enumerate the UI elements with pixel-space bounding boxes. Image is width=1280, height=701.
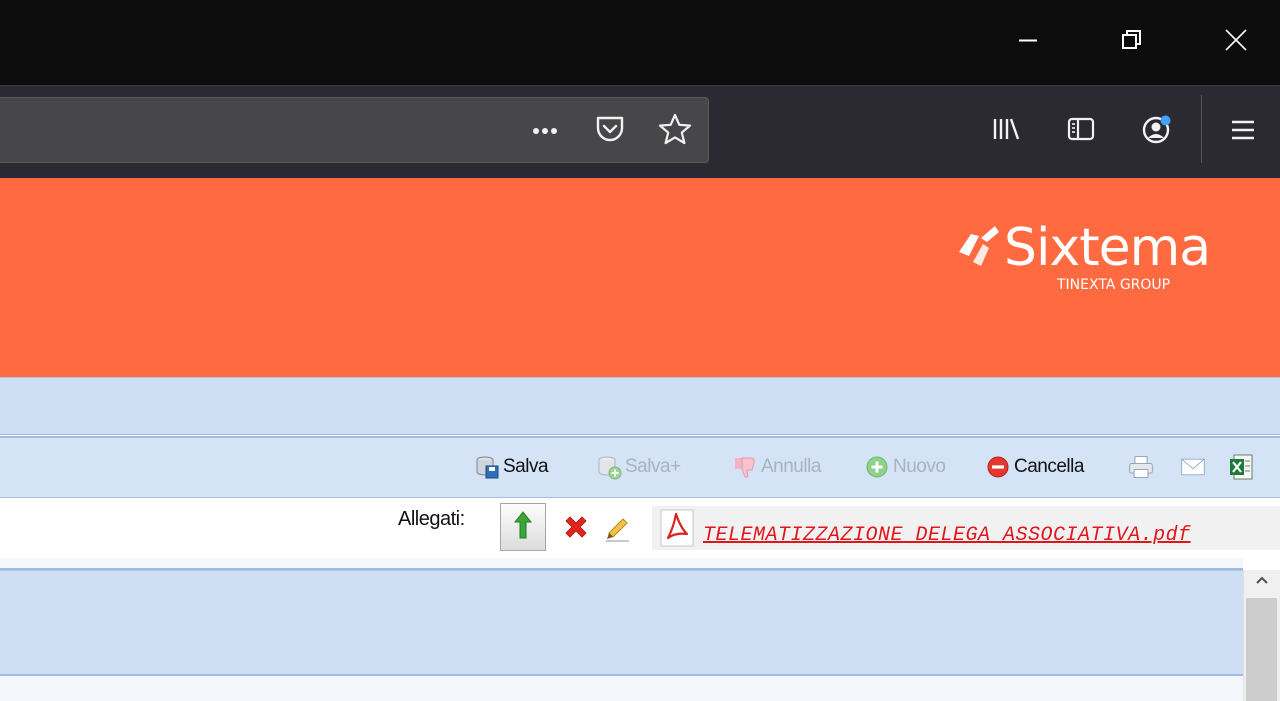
sixtema-logo-mark: [955, 222, 1001, 268]
email-icon: [1180, 454, 1206, 480]
save-icon: [474, 454, 500, 480]
undo-button[interactable]: Annulla: [732, 448, 821, 486]
undo-label: Annulla: [761, 456, 821, 477]
upload-arrow-icon: [513, 510, 533, 545]
sidebar-button[interactable]: [1063, 113, 1099, 149]
print-icon: [1128, 454, 1154, 480]
sidebar-icon: [1067, 117, 1095, 146]
save-plus-button[interactable]: Salva+: [596, 448, 681, 486]
close-icon: [1224, 28, 1248, 57]
plus-circle-icon: [864, 454, 890, 480]
print-button[interactable]: [1128, 448, 1157, 486]
restore-icon: [1121, 29, 1143, 56]
scrollbar-thumb[interactable]: [1246, 598, 1277, 701]
pdf-icon: [657, 509, 697, 552]
save-plus-icon: [596, 454, 622, 480]
page-actions-button[interactable]: [527, 113, 563, 149]
excel-icon: [1228, 454, 1254, 480]
form-body: [0, 676, 1243, 701]
save-label: Salva: [503, 456, 549, 477]
form-section-header: [0, 570, 1243, 676]
account-icon: [1141, 113, 1173, 150]
remove-attachment-button[interactable]: [561, 512, 591, 542]
save-button[interactable]: Salva: [474, 448, 549, 486]
minimize-button[interactable]: [998, 0, 1058, 85]
red-x-icon: [561, 516, 591, 546]
brand-tagline: TINEXTA GROUP: [1057, 277, 1171, 293]
toolbar-separator: [1201, 95, 1202, 163]
attachment-file-link[interactable]: TELEMATIZZAZIONE_DELEGA_ASSOCIATIVA.pdf: [703, 524, 1191, 547]
minimize-icon: [1017, 29, 1039, 56]
export-excel-button[interactable]: [1228, 448, 1257, 486]
upload-attachment-button[interactable]: [500, 503, 546, 551]
ellipsis-icon: [532, 122, 558, 140]
pocket-button[interactable]: [590, 111, 630, 151]
delete-button[interactable]: Cancella: [985, 448, 1084, 486]
window-title-bar: [0, 0, 1280, 85]
save-plus-label: Salva+: [625, 456, 681, 477]
scroll-up-button[interactable]: [1252, 571, 1272, 591]
chevron-up-icon: [1255, 572, 1269, 590]
tab-strip: [0, 377, 1280, 435]
hamburger-menu-icon: [1230, 119, 1256, 146]
edit-attachment-button[interactable]: [601, 511, 633, 543]
new-label: Nuovo: [893, 456, 946, 477]
open-menu-button[interactable]: [1224, 113, 1262, 151]
thumbs-down-icon: [732, 454, 758, 480]
delete-label: Cancella: [1014, 456, 1084, 477]
brand-name: Sixtema: [1004, 218, 1211, 278]
pdf-file-button[interactable]: [657, 508, 697, 548]
close-window-button[interactable]: [1206, 0, 1266, 85]
library-icon: [992, 116, 1020, 147]
restore-button[interactable]: [1102, 0, 1162, 85]
library-button[interactable]: [988, 113, 1024, 149]
attachments-label: Allegati:: [398, 508, 465, 530]
bookmark-button[interactable]: [654, 110, 696, 152]
pocket-icon: [595, 115, 625, 148]
pencil-icon: [601, 518, 633, 547]
star-icon: [658, 113, 692, 150]
account-button[interactable]: [1136, 110, 1178, 152]
email-button[interactable]: [1180, 448, 1209, 486]
section-divider: [0, 558, 1243, 570]
new-button[interactable]: Nuovo: [864, 448, 946, 486]
minus-circle-icon: [985, 454, 1011, 480]
